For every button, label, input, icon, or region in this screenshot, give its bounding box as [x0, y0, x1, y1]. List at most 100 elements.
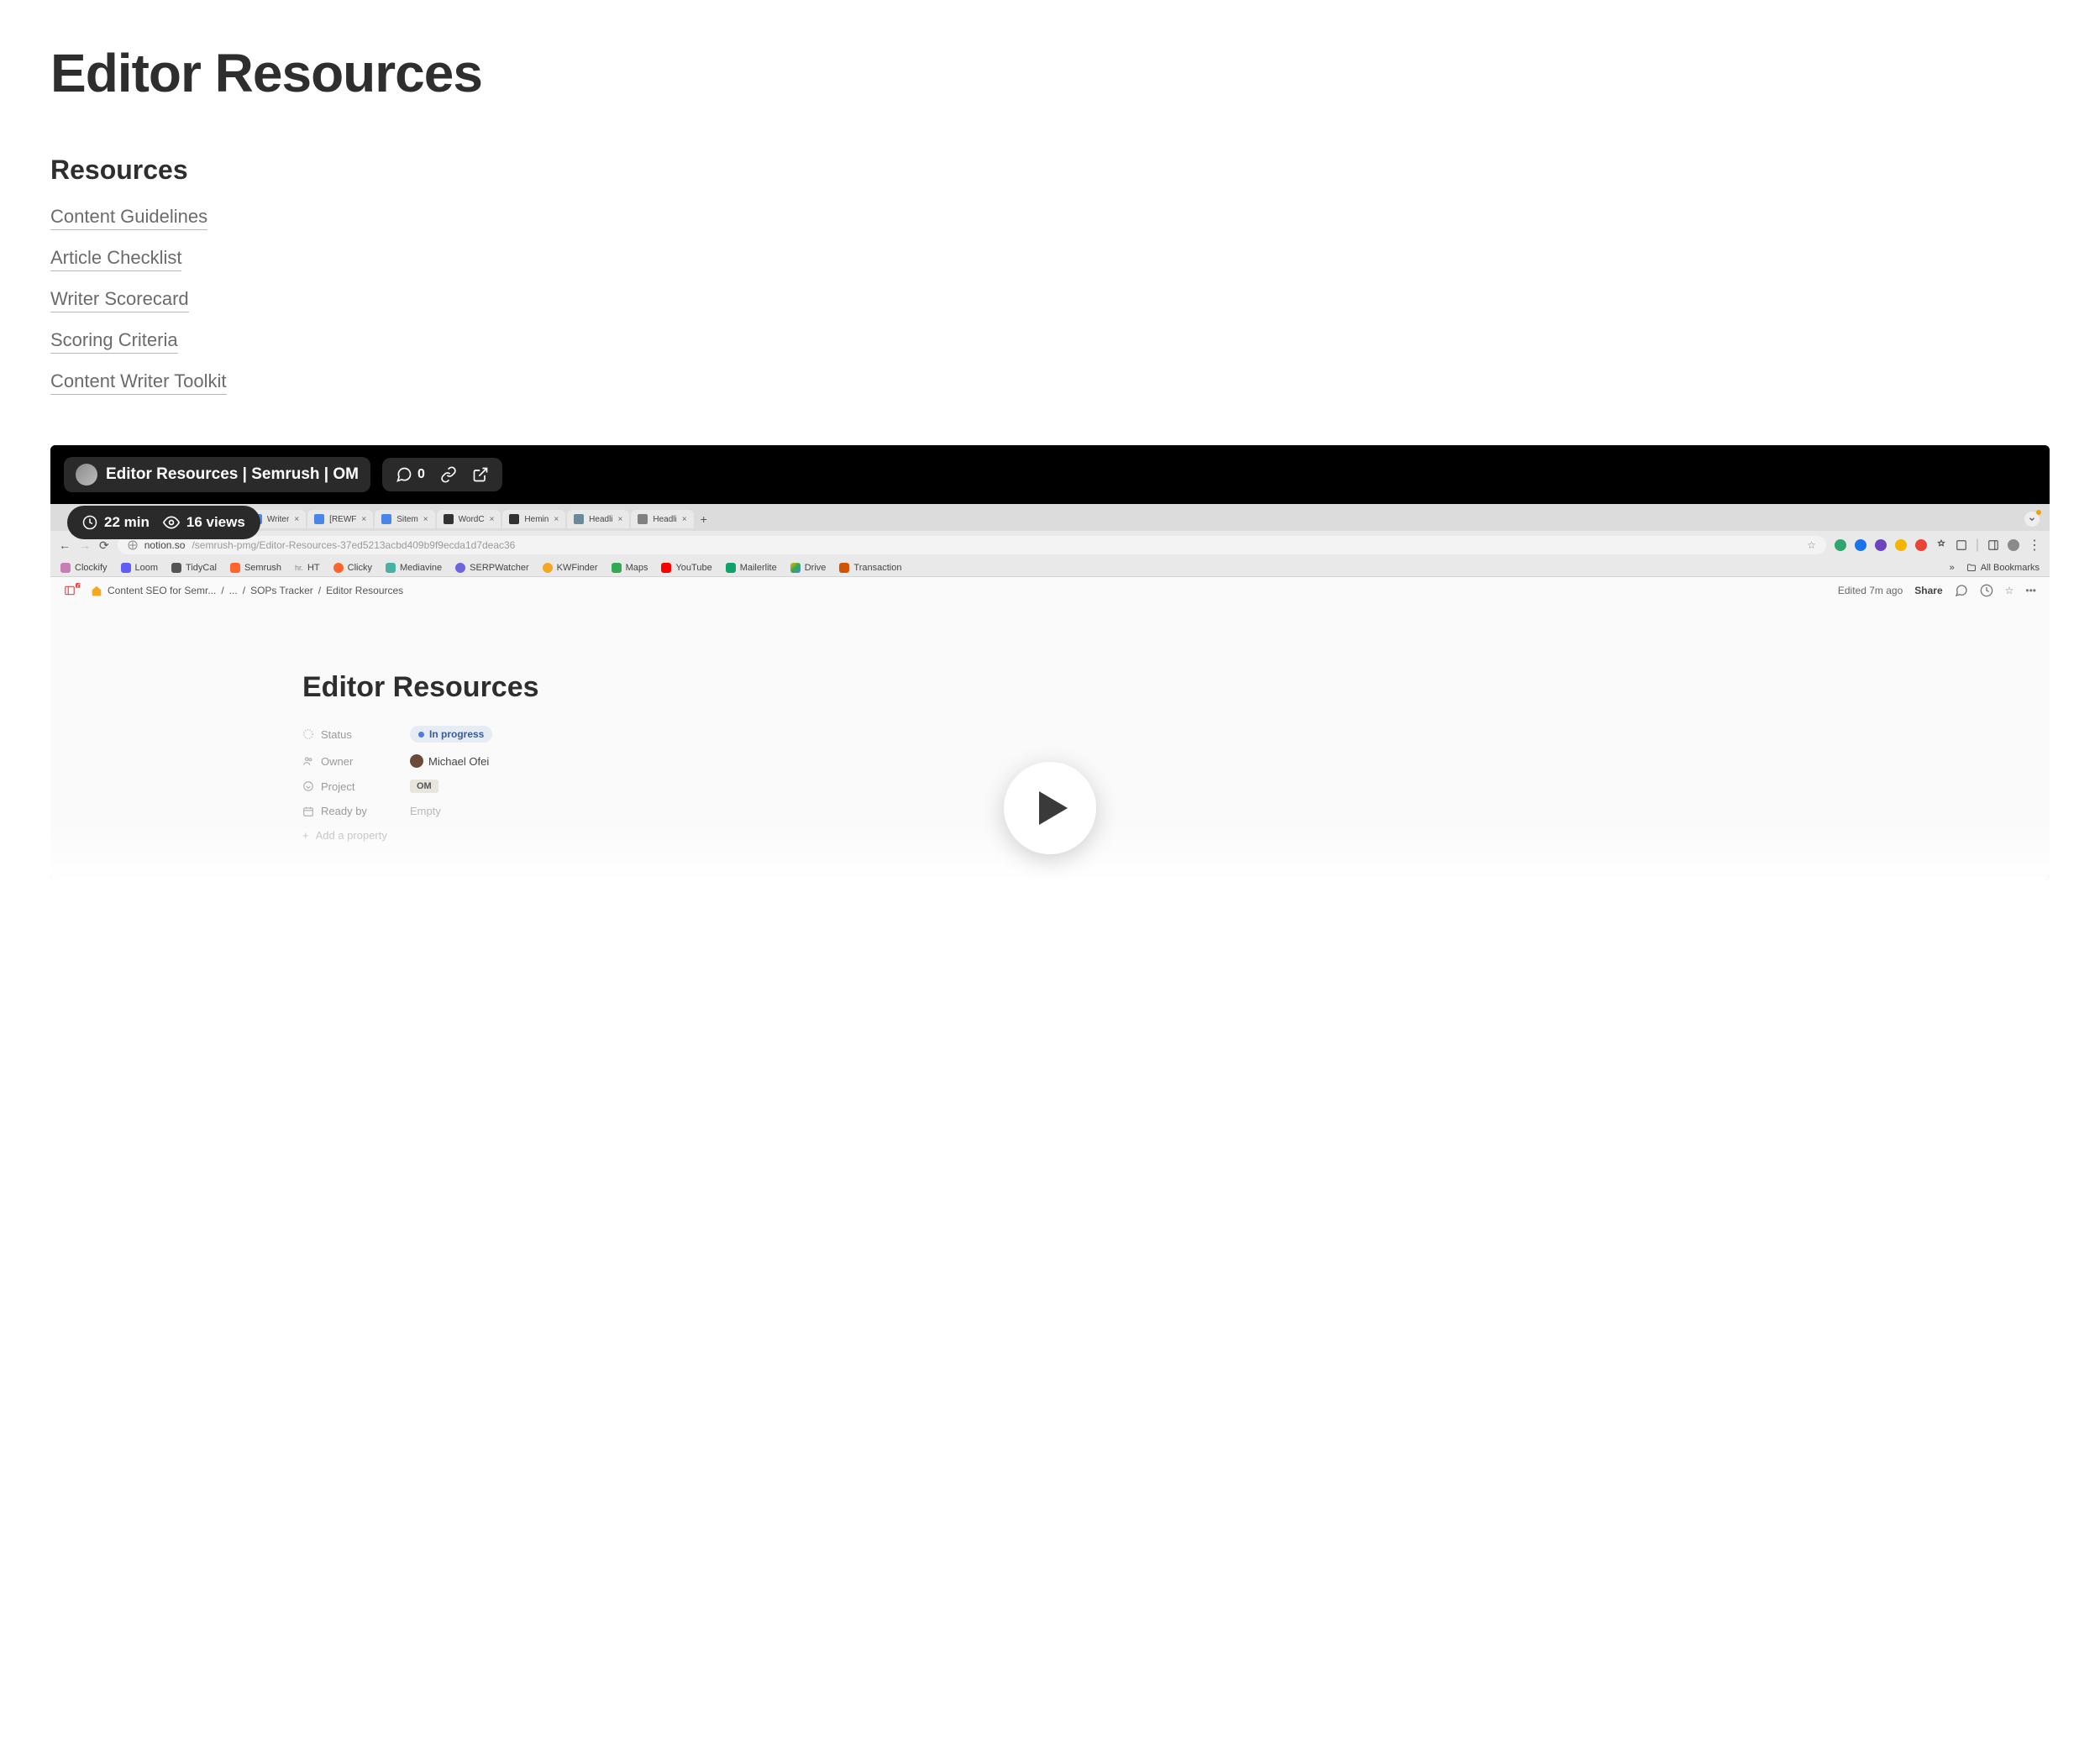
link-writer-scorecard[interactable]: Writer Scorecard — [50, 288, 189, 312]
tab-close-icon[interactable]: × — [682, 515, 687, 524]
bookmark-item[interactable]: YouTube — [661, 563, 711, 573]
tab-close-icon[interactable]: × — [294, 515, 299, 524]
tab-close-icon[interactable]: × — [490, 515, 495, 524]
video-title-pill[interactable]: Editor Resources | Semrush | OM — [64, 457, 370, 492]
bookmark-label: Drive — [805, 563, 827, 573]
extension-icon[interactable] — [1895, 539, 1907, 551]
bookmark-favicon-icon — [543, 563, 553, 573]
bookmark-item[interactable]: SERPWatcher — [455, 563, 529, 573]
property-label[interactable]: Ready by — [302, 805, 386, 817]
bookmark-item[interactable]: Mailerlite — [726, 563, 777, 573]
extension-icon[interactable] — [1855, 539, 1866, 551]
all-bookmarks-button[interactable]: All Bookmarks — [1966, 563, 2040, 573]
url-input[interactable]: notion.so/semrush-pmg/Editor-Resources-3… — [118, 536, 1826, 554]
video-comments-button[interactable]: 0 — [396, 466, 425, 483]
menu-icon[interactable]: ⋮ — [2028, 537, 2041, 554]
bookmark-item[interactable]: Clicky — [333, 563, 372, 573]
browser-tab[interactable]: Hemin × — [502, 510, 565, 528]
bookmark-item[interactable]: Maps — [612, 563, 648, 573]
status-value[interactable]: In progress — [410, 726, 492, 743]
link-scoring-criteria[interactable]: Scoring Criteria — [50, 329, 178, 354]
bookmark-item[interactable]: Transaction — [839, 563, 901, 573]
owner-value[interactable]: Michael Ofei — [410, 754, 489, 768]
bookmark-favicon-icon: hr. — [295, 564, 303, 572]
browser-tab[interactable]: [REWF × — [307, 510, 373, 528]
property-label[interactable]: Status — [302, 728, 386, 741]
bookmark-item[interactable]: Drive — [790, 563, 827, 573]
bookmark-label: HT — [307, 563, 320, 573]
owner-avatar-icon — [410, 754, 423, 768]
breadcrumb-root[interactable]: Content SEO for Semr... — [108, 585, 216, 596]
home-icon — [91, 585, 102, 596]
tab-close-icon[interactable]: × — [361, 515, 366, 524]
extensions-icon[interactable] — [1935, 539, 1947, 551]
bookmark-item[interactable]: TidyCal — [171, 563, 217, 573]
bookmark-item[interactable]: Mediavine — [386, 563, 442, 573]
bookmarks-bar: Clockify Loom TidyCal Semrush hr. HT Clic… — [50, 559, 2050, 577]
tab-label: Hemin — [524, 515, 549, 524]
bookmark-star-icon[interactable]: ☆ — [1807, 539, 1816, 551]
favorite-icon[interactable]: ☆ — [2005, 585, 2014, 596]
bookmark-item[interactable]: hr. HT — [295, 563, 320, 573]
status-text: In progress — [429, 728, 484, 740]
owner-name: Michael Ofei — [428, 755, 489, 768]
side-panel-icon[interactable] — [1987, 539, 1999, 551]
link-article-checklist[interactable]: Article Checklist — [50, 247, 181, 271]
property-label[interactable]: Owner — [302, 755, 386, 768]
all-bookmarks-label: All Bookmarks — [1981, 563, 2040, 573]
video-duration: 22 min — [82, 514, 150, 531]
bookmark-label: YouTube — [675, 563, 711, 573]
reload-button[interactable]: ⟳ — [99, 538, 109, 553]
readyby-value[interactable]: Empty — [410, 805, 441, 817]
folder-icon — [1966, 563, 1977, 573]
tab-label: Headli — [653, 515, 676, 524]
breadcrumb-sep: / — [243, 585, 245, 596]
bookmark-label: Mailerlite — [740, 563, 777, 573]
extension-icon[interactable] — [1915, 539, 1927, 551]
notion-page-title[interactable]: Editor Resources — [302, 671, 2050, 704]
puzzle-icon[interactable] — [1956, 539, 1967, 551]
bookmark-item[interactable]: Clockify — [60, 563, 108, 573]
tab-overflow-button[interactable] — [2024, 512, 2040, 527]
tab-close-icon[interactable]: × — [618, 515, 623, 524]
browser-tab[interactable]: WordC× — [437, 510, 501, 528]
tab-close-icon[interactable]: × — [423, 515, 428, 524]
favicon-icon — [509, 514, 519, 524]
browser-tab[interactable]: Headli × — [631, 510, 693, 528]
breadcrumb-second[interactable]: SOPs Tracker — [250, 585, 313, 596]
bookmarks-overflow[interactable]: » — [1950, 563, 1955, 573]
comment-icon[interactable] — [1955, 584, 1968, 597]
breadcrumb-mid[interactable]: ... — [229, 585, 238, 596]
bookmark-favicon-icon — [386, 563, 396, 573]
project-value[interactable]: OM — [410, 780, 438, 793]
forward-button[interactable]: → — [79, 538, 91, 552]
breadcrumb-current[interactable]: Editor Resources — [326, 585, 403, 596]
bookmark-favicon-icon — [171, 563, 181, 573]
browser-tab[interactable]: Headli× — [567, 510, 629, 528]
video-author-avatar — [76, 464, 97, 486]
bookmark-item[interactable]: Loom — [121, 563, 159, 573]
more-icon[interactable]: ••• — [2025, 585, 2036, 596]
new-tab-button[interactable]: + — [696, 511, 712, 528]
tab-close-icon[interactable]: × — [554, 515, 559, 524]
bookmark-item[interactable]: KWFinder — [543, 563, 598, 573]
play-button[interactable] — [1004, 762, 1096, 854]
property-label[interactable]: Project — [302, 780, 386, 793]
browser-tab[interactable]: Sitem× — [375, 510, 434, 528]
video-copy-link-button[interactable] — [440, 466, 457, 483]
chevron-down-icon — [2028, 515, 2036, 523]
tab-label: [REWF — [329, 515, 356, 524]
bookmark-favicon-icon — [230, 563, 240, 573]
link-content-guidelines[interactable]: Content Guidelines — [50, 206, 207, 230]
bookmark-item[interactable]: Semrush — [230, 563, 281, 573]
extension-icon[interactable] — [1875, 539, 1887, 551]
link-content-writer-toolkit[interactable]: Content Writer Toolkit — [50, 370, 227, 395]
profile-avatar[interactable] — [2008, 539, 2019, 551]
back-button[interactable]: ← — [59, 538, 71, 552]
updates-icon[interactable] — [1980, 584, 1993, 597]
video-open-external-button[interactable] — [472, 466, 489, 483]
share-button[interactable]: Share — [1914, 585, 1942, 596]
extension-icon[interactable] — [1835, 539, 1846, 551]
sidebar-toggle-icon[interactable] — [64, 585, 76, 596]
add-property-button[interactable]: + Add a property — [302, 829, 2050, 842]
